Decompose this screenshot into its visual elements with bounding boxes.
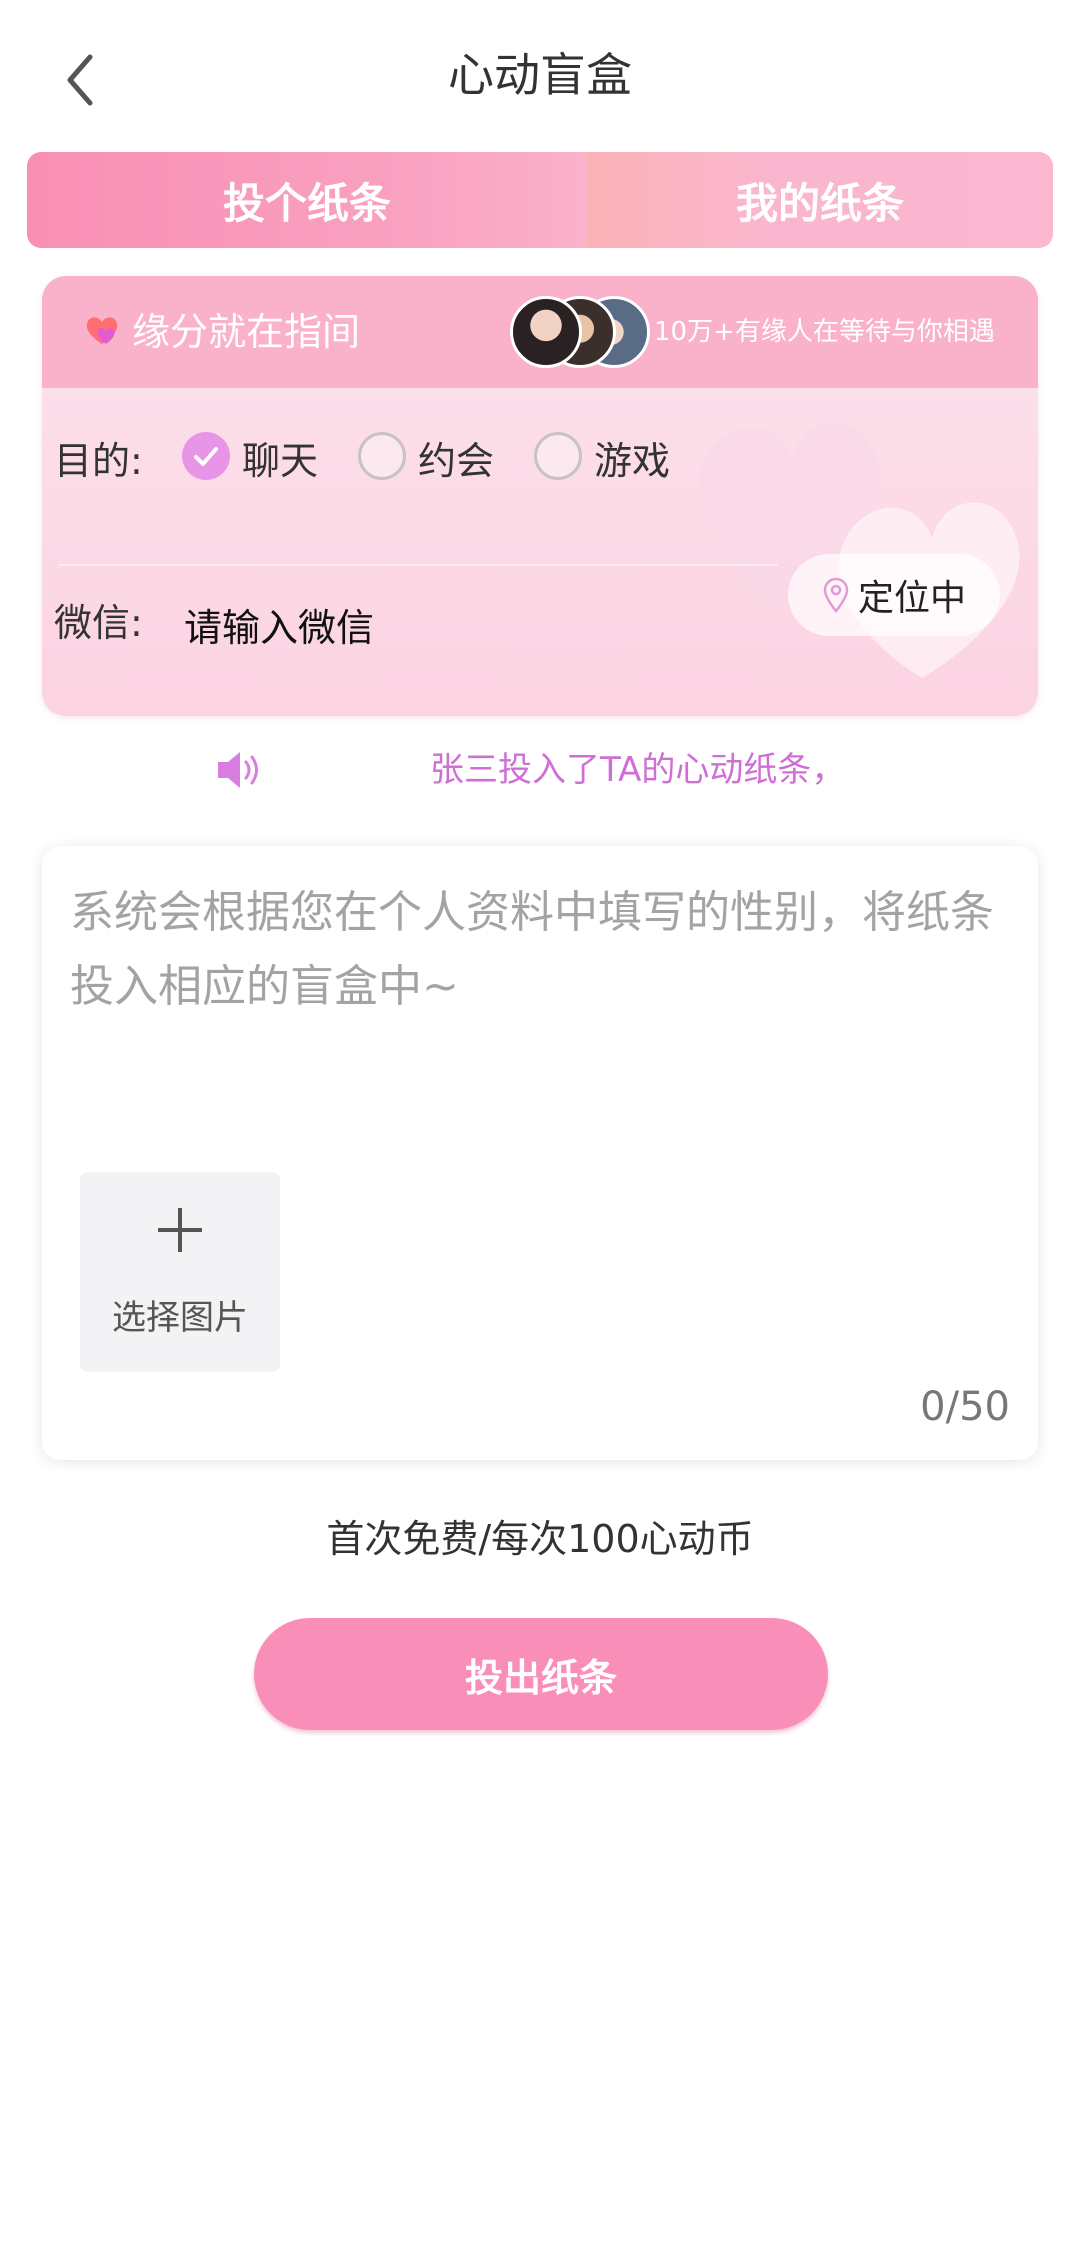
- card-title: 缘分就在指间: [132, 310, 361, 354]
- page-title: 心动盲盒: [448, 48, 632, 102]
- radio-date-label[interactable]: 约会: [418, 430, 494, 485]
- avatar-group: [510, 296, 660, 368]
- notice-text: 张三投入了TA的心动纸条，: [430, 750, 846, 790]
- tab-my-notes[interactable]: 我的纸条: [587, 152, 1053, 248]
- waiting-count-text: 10万+有缘人在等待与你相遇: [654, 317, 995, 347]
- tab-bar: 投个纸条 我的纸条: [27, 152, 1053, 248]
- price-text: 首次免费/每次100心动币: [326, 1517, 754, 1561]
- radio-chat[interactable]: [182, 432, 230, 480]
- radio-game-label[interactable]: 游戏: [594, 430, 670, 485]
- wechat-input[interactable]: [184, 598, 644, 658]
- card-header: 缘分就在指间 10万+有缘人在等待与你相遇: [42, 276, 1038, 388]
- location-button[interactable]: 定位中: [788, 554, 1000, 636]
- submit-note-button[interactable]: 投出纸条: [254, 1618, 828, 1730]
- char-counter: 0/50: [920, 1384, 1010, 1430]
- radio-game[interactable]: [534, 432, 582, 480]
- note-textarea[interactable]: [70, 876, 1010, 1116]
- avatar: [510, 296, 582, 368]
- notice-bar: 张三投入了TA的心动纸条，: [0, 740, 1080, 800]
- pick-image-button[interactable]: 选择图片: [80, 1172, 280, 1372]
- note-editor: 选择图片 0/50: [42, 846, 1038, 1460]
- hearts-icon: [86, 317, 118, 344]
- tab-send-note[interactable]: 投个纸条: [27, 152, 587, 248]
- speaker-icon: [218, 752, 258, 788]
- divider: [58, 564, 778, 566]
- location-pin-icon: [823, 577, 849, 613]
- wechat-label: 微信:: [54, 601, 143, 645]
- radio-chat-label[interactable]: 聊天: [242, 430, 318, 485]
- radio-date[interactable]: [358, 432, 406, 480]
- header: 心动盲盒: [0, 0, 1080, 150]
- plus-icon: [158, 1208, 202, 1252]
- card-body: 目的: 聊天 约会 游戏 微信: 定位中: [42, 388, 1038, 716]
- location-status-text: 定位中: [857, 578, 966, 619]
- pick-image-label: 选择图片: [112, 1298, 248, 1338]
- purpose-label: 目的:: [54, 439, 143, 483]
- check-icon: [194, 447, 218, 466]
